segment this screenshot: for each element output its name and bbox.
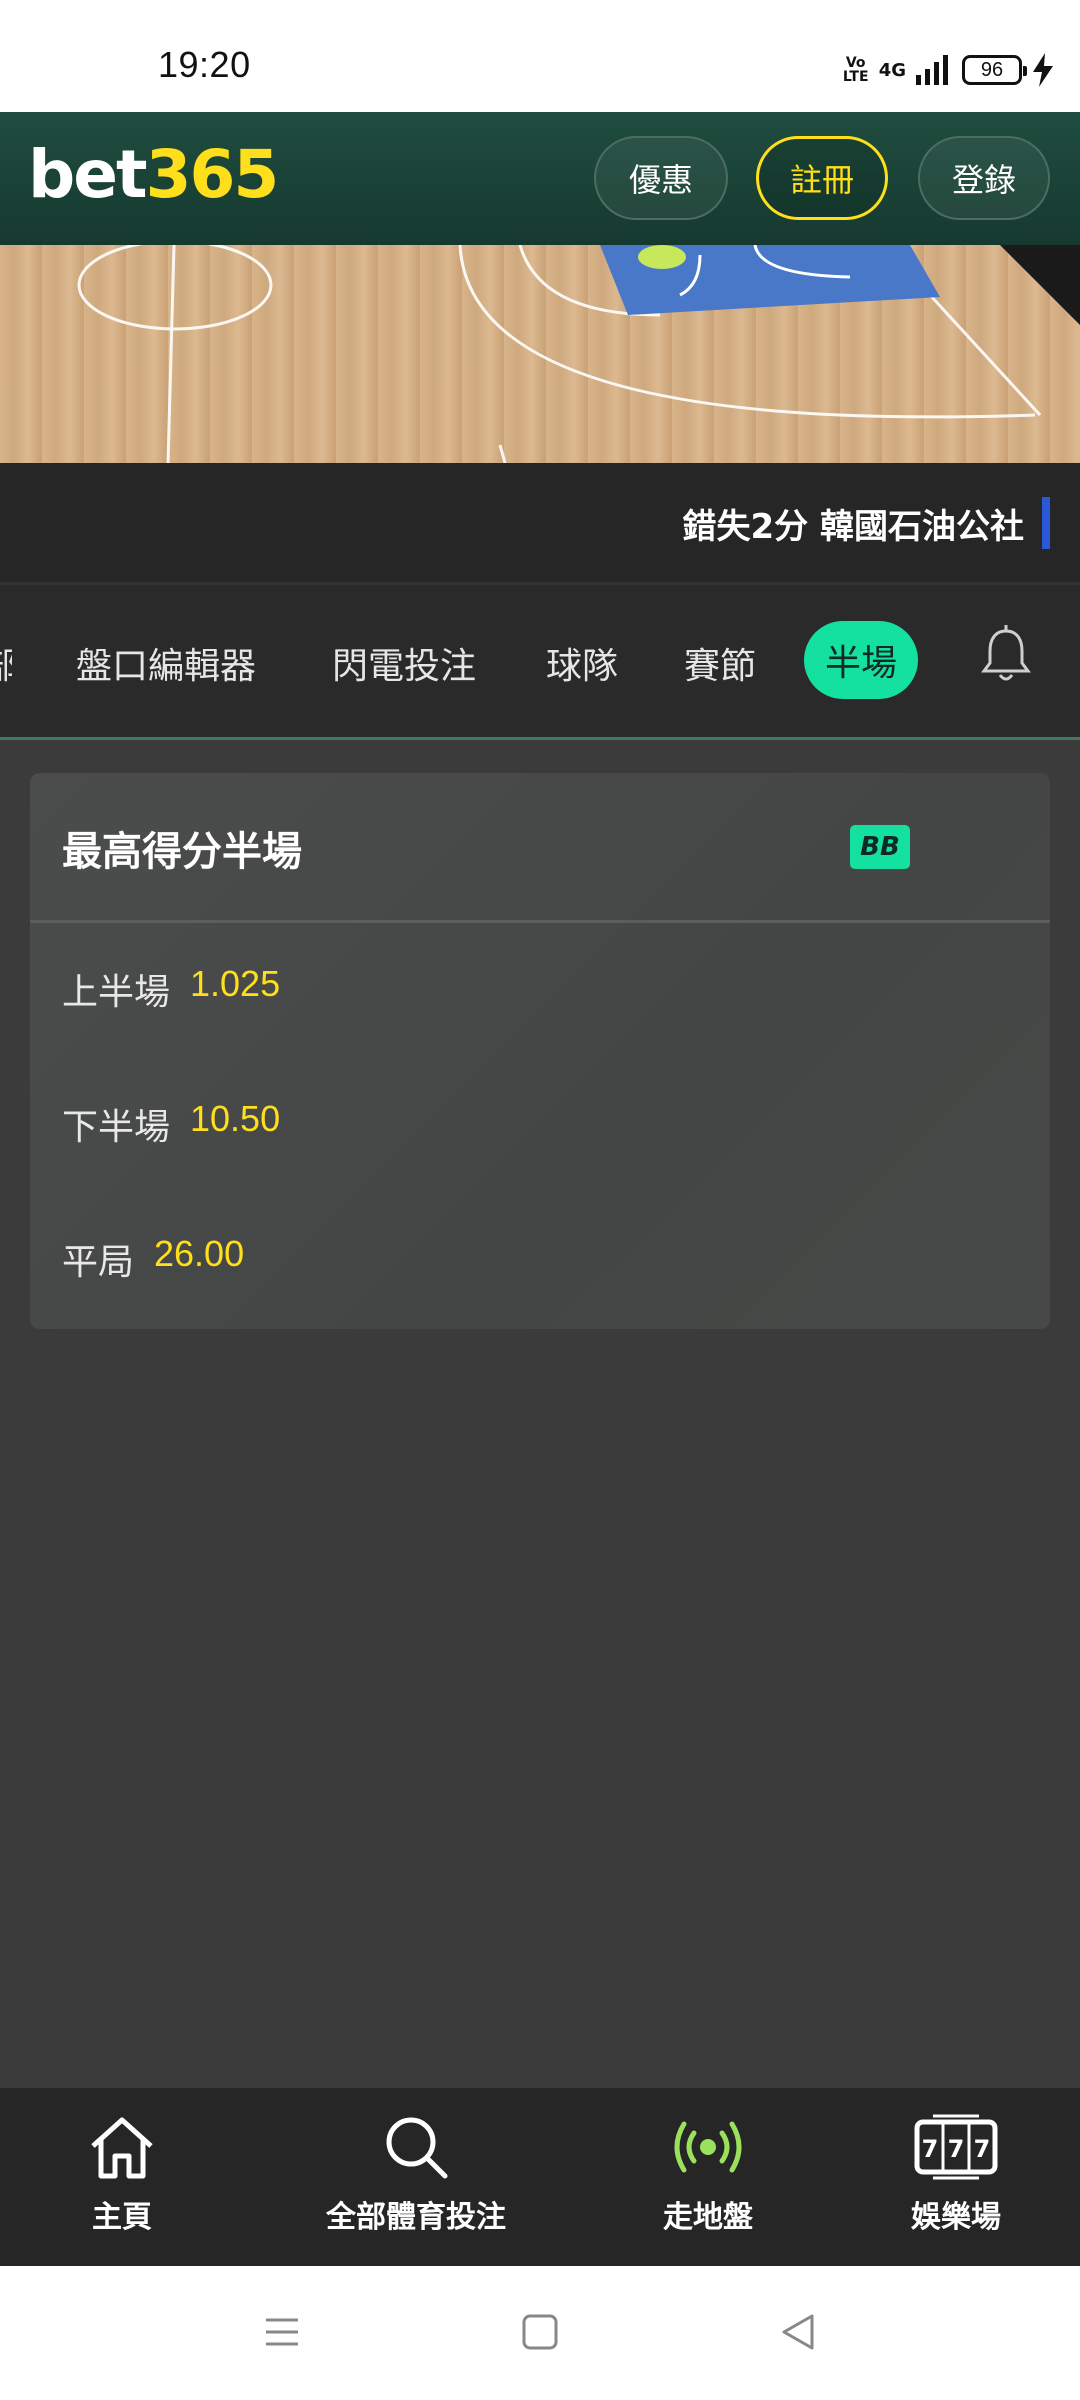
register-button[interactable]: 註冊: [756, 136, 888, 220]
selection-draw[interactable]: 平局 26.00: [62, 1233, 244, 1285]
selection-odds: 26.00: [154, 1233, 245, 1274]
selection-odds: 10.50: [190, 1098, 281, 1139]
home-button-icon[interactable]: [520, 2312, 560, 2352]
nav-all-sports[interactable]: 全部體育投注: [300, 2114, 532, 2236]
bet-builder-badge: BB: [850, 825, 910, 869]
bottom-nav: 主頁 全部體育投注 走地盤 7 7 7 娛樂場: [0, 2088, 1080, 2266]
bet365-logo[interactable]: bet365: [28, 136, 280, 213]
tab-half[interactable]: 半場: [804, 621, 918, 699]
search-icon: [386, 2117, 448, 2179]
battery-icon: 96: [962, 55, 1027, 85]
nav-live[interactable]: 走地盤: [630, 2114, 786, 2236]
status-icons: Vo LTE 4G 96: [843, 50, 1054, 90]
network-type: 4G: [878, 59, 906, 81]
tab-teams[interactable]: 球隊: [546, 637, 618, 689]
nav-home[interactable]: 主頁: [72, 2114, 172, 2236]
svg-text:7: 7: [948, 2135, 965, 2163]
bell-icon[interactable]: [980, 625, 1032, 685]
app-screen: 19:20 Vo LTE 4G 96 bet365 優惠 註冊 登錄 錯失2分 …: [0, 0, 1080, 2400]
market-card: 最高得分半場 BB 上半場 1.025 下半場 10.50 平局 26.00: [30, 773, 1050, 1329]
svg-text:7: 7: [922, 2135, 939, 2163]
selection-name: 上半場: [62, 972, 171, 1013]
tab-bet-builder[interactable]: 盤口編輯器: [76, 637, 256, 689]
casino-777-icon: 7 7 7: [914, 2114, 998, 2180]
back-icon[interactable]: [778, 2312, 818, 2352]
svg-text:7: 7: [974, 2135, 991, 2163]
login-button[interactable]: 登錄: [918, 136, 1050, 220]
status-time: 19:20: [158, 44, 251, 85]
recent-apps-icon[interactable]: [262, 2312, 302, 2352]
nav-casino[interactable]: 7 7 7 娛樂場: [880, 2114, 1032, 2236]
market-header[interactable]: 最高得分半場 BB: [30, 773, 1050, 923]
tab-quick-bet[interactable]: 閃電投注: [332, 637, 476, 689]
nav-label: 主頁: [92, 2200, 152, 2235]
nav-label: 娛樂場: [911, 2200, 1001, 2235]
selection-first-half[interactable]: 上半場 1.025: [62, 963, 280, 1015]
team-color-indicator: [1042, 497, 1050, 549]
live-score-strip: 錯失2分 韓國石油公社: [0, 463, 1080, 585]
volte-icon: Vo LTE: [842, 55, 869, 85]
selection-name: 平局: [62, 1242, 135, 1283]
charging-icon: [1033, 53, 1053, 87]
nav-label: 全部體育投注: [326, 2200, 506, 2235]
market-title: 最高得分半場: [62, 829, 302, 875]
basketball-court-graphic: [77, 245, 1080, 463]
tab-partial[interactable]: 部: [0, 637, 12, 689]
status-bar: 19:20 Vo LTE 4G 96: [0, 0, 1080, 112]
signal-icon: [916, 55, 948, 85]
live-icon: [674, 2121, 742, 2173]
logo-365: 365: [145, 136, 280, 213]
system-nav-bar: [0, 2266, 1080, 2400]
nav-label: 走地盤: [663, 2200, 753, 2235]
app-header: bet365 優惠 註冊 登錄: [0, 112, 1080, 245]
market-tabs: 部 盤口編輯器 閃電投注 球隊 賽節 半場: [0, 585, 1080, 740]
live-event-text: 錯失2分 韓國石油公社: [682, 507, 1025, 547]
promotions-button[interactable]: 優惠: [594, 136, 728, 220]
selection-odds: 1.025: [190, 963, 281, 1004]
selection-second-half[interactable]: 下半場 10.50: [62, 1098, 280, 1150]
home-icon: [91, 2117, 153, 2179]
logo-bet: bet: [28, 136, 148, 213]
tab-quarters[interactable]: 賽節: [684, 637, 756, 689]
selection-name: 下半場: [62, 1107, 171, 1148]
court-visualization: [0, 245, 1080, 463]
